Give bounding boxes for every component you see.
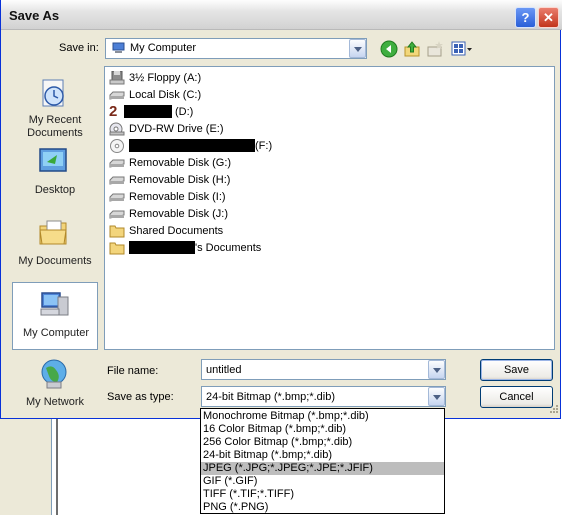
- list-item-label: 's Documents: [195, 242, 262, 254]
- list-item-label: (F:): [255, 140, 273, 152]
- save-in-dropdown[interactable]: My Computer: [105, 38, 367, 59]
- dialog-title: Save As: [9, 8, 60, 23]
- up-folder-icon[interactable]: [403, 40, 421, 58]
- drive-icon: [109, 176, 125, 185]
- place-label: My Network: [25, 396, 85, 408]
- type-option-highlighted[interactable]: JPEG (*.JPG;*.JPEG;*.JPE;*.JFIF): [201, 462, 444, 475]
- chevron-down-icon[interactable]: [428, 360, 445, 379]
- type-option[interactable]: 256 Color Bitmap (*.bmp;*.dib): [201, 436, 444, 449]
- save-as-dialog: Save As ? ✕ Save in: My Computer My Rece…: [0, 0, 562, 419]
- cd-icon: [110, 139, 124, 153]
- chevron-down-icon[interactable]: [349, 39, 366, 58]
- my-computer-icon: [40, 292, 69, 316]
- place-desktop[interactable]: Desktop: [12, 140, 98, 208]
- drive-icon: [109, 91, 125, 100]
- save-as-type-value: 24-bit Bitmap (*.bmp;*.dib): [206, 391, 335, 403]
- dvd-drive-icon: [109, 122, 125, 136]
- my-computer-icon: [112, 42, 125, 53]
- my-documents-icon: [39, 220, 67, 245]
- type-option[interactable]: Monochrome Bitmap (*.bmp;*.dib): [201, 410, 444, 423]
- save-button[interactable]: Save: [480, 359, 553, 381]
- save-as-type-options: Monochrome Bitmap (*.bmp;*.dib) 16 Color…: [200, 408, 445, 514]
- save-as-type-label: Save as type:: [107, 391, 174, 403]
- resize-grip-icon[interactable]: [547, 404, 559, 416]
- help-button[interactable]: ?: [515, 7, 536, 28]
- place-my-documents[interactable]: My Documents: [12, 211, 98, 279]
- list-item-label: (D:): [175, 106, 194, 118]
- floppy-icon: [109, 71, 125, 85]
- redacted-text: [129, 241, 195, 254]
- back-icon[interactable]: [380, 40, 398, 58]
- list-item-label: DVD-RW Drive (E:): [129, 123, 224, 135]
- network-icon: [41, 359, 67, 389]
- drive-icon: [109, 210, 125, 219]
- new-folder-icon[interactable]: [426, 40, 444, 58]
- file-name-field[interactable]: [201, 359, 446, 380]
- background-panel: [0, 418, 52, 515]
- save-in-value: My Computer: [130, 42, 197, 54]
- recent-documents-icon: [42, 79, 64, 107]
- drive-2-icon: 2: [109, 103, 118, 120]
- file-list[interactable]: 3½ Floppy (A:) Local Disk (C:) 2 (D:) DV…: [104, 66, 555, 350]
- cancel-button[interactable]: Cancel: [480, 386, 553, 408]
- type-option[interactable]: GIF (*.GIF): [201, 475, 444, 488]
- redacted-text: [124, 105, 172, 118]
- list-item-label: Removable Disk (H:): [129, 174, 231, 186]
- views-menu-icon[interactable]: [451, 40, 473, 58]
- background-divider: [56, 418, 58, 515]
- folder-icon: [109, 225, 125, 238]
- list-item-label: Removable Disk (G:): [129, 157, 232, 169]
- save-in-label: Save in:: [59, 42, 99, 54]
- title-bar[interactable]: Save As ? ✕: [1, 0, 562, 30]
- type-option[interactable]: TIFF (*.TIF;*.TIFF): [201, 488, 444, 501]
- close-button[interactable]: ✕: [538, 7, 559, 28]
- place-label: My Documents: [18, 255, 92, 267]
- place-my-computer[interactable]: My Computer: [12, 282, 98, 350]
- type-option[interactable]: 16 Color Bitmap (*.bmp;*.dib): [201, 423, 444, 436]
- redacted-text: [129, 139, 255, 152]
- save-as-type-dropdown[interactable]: 24-bit Bitmap (*.bmp;*.dib): [201, 386, 446, 407]
- list-item-label: Removable Disk (J:): [129, 208, 229, 220]
- place-label: Desktop: [34, 184, 76, 196]
- desktop-icon: [39, 148, 67, 172]
- place-label: My Recent Documents: [27, 114, 83, 139]
- type-option[interactable]: PNG (*.PNG): [201, 501, 444, 514]
- drive-icon: [109, 193, 125, 202]
- chevron-down-icon[interactable]: [428, 387, 445, 406]
- list-item-label: Shared Documents: [129, 225, 224, 237]
- place-my-network[interactable]: My Network: [12, 352, 98, 420]
- type-option[interactable]: 24-bit Bitmap (*.bmp;*.dib): [201, 449, 444, 462]
- list-item-label: 3½ Floppy (A:): [129, 72, 202, 84]
- list-item-label: Removable Disk (I:): [129, 191, 226, 203]
- places-bar: My Recent Documents Desktop My Documents: [12, 66, 98, 410]
- place-label: My Computer: [22, 327, 90, 339]
- place-my-recent-documents[interactable]: My Recent Documents: [12, 72, 98, 140]
- list-item-label: Local Disk (C:): [129, 89, 202, 101]
- file-name-label: File name:: [107, 365, 159, 377]
- drive-icon: [109, 159, 125, 168]
- folder-icon: [109, 242, 125, 255]
